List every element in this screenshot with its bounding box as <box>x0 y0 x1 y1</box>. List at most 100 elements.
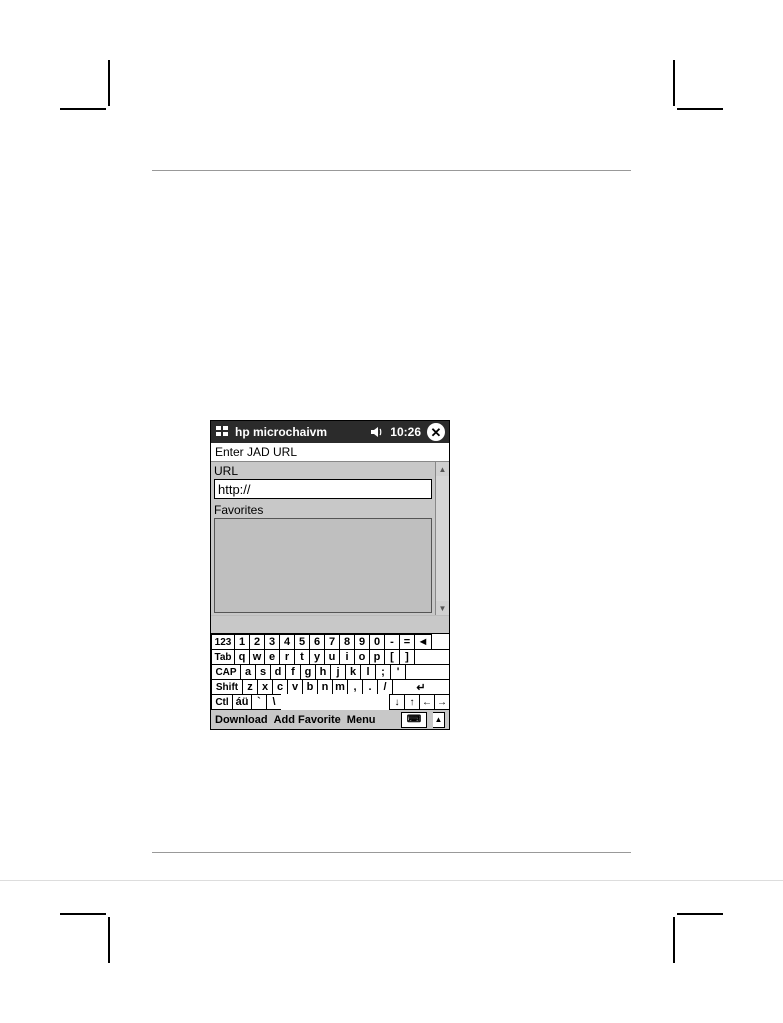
key-tab[interactable]: Tab <box>211 649 235 665</box>
key-minus[interactable]: - <box>384 634 400 650</box>
crop-mark <box>673 60 675 106</box>
key-6[interactable]: 6 <box>309 634 325 650</box>
clock: 10:26 <box>390 425 421 439</box>
key-z[interactable]: z <box>242 679 258 695</box>
key-n[interactable]: n <box>317 679 333 695</box>
screen-subtitle: Enter JAD URL <box>211 443 449 462</box>
download-button[interactable]: Download <box>215 714 268 726</box>
key-lbracket[interactable]: [ <box>384 649 400 665</box>
key-a[interactable]: a <box>240 664 256 680</box>
key-backspace[interactable]: ◄ <box>414 634 432 650</box>
key-4[interactable]: 4 <box>279 634 295 650</box>
crop-mark <box>60 108 106 110</box>
titlebar: hp microchaivm 10:26 ✕ <box>211 421 449 443</box>
page-rule <box>152 170 631 171</box>
key-left[interactable]: ← <box>419 694 435 710</box>
key-blank[interactable] <box>405 664 450 680</box>
bottom-toolbar: Download Add Favorite Menu ⌨ ▲ <box>211 709 449 729</box>
scroll-up-button[interactable]: ▲ <box>436 462 449 476</box>
key-d[interactable]: d <box>270 664 286 680</box>
key-o[interactable]: o <box>354 649 370 665</box>
key-caps[interactable]: CAP <box>211 664 241 680</box>
gap <box>211 615 449 633</box>
key-1[interactable]: 1 <box>234 634 250 650</box>
key-5[interactable]: 5 <box>294 634 310 650</box>
favorites-listbox[interactable] <box>214 518 432 613</box>
key-q[interactable]: q <box>234 649 250 665</box>
crop-mark <box>677 108 723 110</box>
key-right[interactable]: → <box>434 694 450 710</box>
key-accent[interactable]: áü <box>232 694 252 710</box>
url-label: URL <box>214 464 432 478</box>
key-up[interactable]: ↑ <box>404 694 420 710</box>
scroll-down-button[interactable]: ▼ <box>436 601 449 615</box>
key-2[interactable]: 2 <box>249 634 265 650</box>
key-u[interactable]: u <box>324 649 340 665</box>
key-equals[interactable]: = <box>399 634 415 650</box>
keyboard-row-4: Shift z x c v b n m , . / ↵ <box>211 679 449 694</box>
key-down[interactable]: ↓ <box>389 694 405 710</box>
speaker-icon[interactable] <box>370 425 384 439</box>
key-7[interactable]: 7 <box>324 634 340 650</box>
key-apostrophe[interactable]: ' <box>390 664 406 680</box>
key-0[interactable]: 0 <box>369 634 385 650</box>
key-p[interactable]: p <box>369 649 385 665</box>
key-3[interactable]: 3 <box>264 634 280 650</box>
key-ctl[interactable]: Ctl <box>211 694 233 710</box>
key-i[interactable]: i <box>339 649 355 665</box>
add-favorite-button[interactable]: Add Favorite <box>274 714 341 726</box>
key-9[interactable]: 9 <box>354 634 370 650</box>
scrollbar[interactable]: ▲ ▼ <box>435 462 449 615</box>
key-c[interactable]: c <box>272 679 288 695</box>
key-blank[interactable] <box>414 649 450 665</box>
key-comma[interactable]: , <box>347 679 363 695</box>
key-w[interactable]: w <box>249 649 265 665</box>
close-button[interactable]: ✕ <box>427 423 445 441</box>
crop-mark <box>677 913 723 915</box>
keyboard-row-3: CAP a s d f g h j k l ; ' <box>211 664 449 679</box>
key-m[interactable]: m <box>332 679 348 695</box>
key-slash[interactable]: / <box>377 679 393 695</box>
keyboard-row-1: 123 1 2 3 4 5 6 7 8 9 0 - = ◄ <box>211 634 449 649</box>
keyboard-row-5: Ctl áü ` \ ↓ ↑ ← → <box>211 694 449 709</box>
url-input[interactable] <box>214 479 432 499</box>
key-semicolon[interactable]: ; <box>375 664 391 680</box>
key-backslash[interactable]: \ <box>266 694 282 710</box>
menu-button[interactable]: Menu <box>347 714 376 726</box>
key-v[interactable]: v <box>287 679 303 695</box>
key-g[interactable]: g <box>300 664 316 680</box>
key-y[interactable]: y <box>309 649 325 665</box>
key-enter[interactable]: ↵ <box>392 679 450 695</box>
hairline <box>0 880 783 881</box>
favorites-label: Favorites <box>214 503 432 517</box>
key-123[interactable]: 123 <box>211 634 235 650</box>
crop-mark <box>108 917 110 963</box>
key-s[interactable]: s <box>255 664 271 680</box>
key-x[interactable]: x <box>257 679 273 695</box>
key-h[interactable]: h <box>315 664 331 680</box>
key-8[interactable]: 8 <box>339 634 355 650</box>
key-j[interactable]: j <box>330 664 346 680</box>
keyboard-menu-chevron-icon[interactable]: ▲ <box>433 712 445 728</box>
key-f[interactable]: f <box>285 664 301 680</box>
app-title: hp microchaivm <box>235 425 366 439</box>
key-period[interactable]: . <box>362 679 378 695</box>
content-area: URL Favorites ▲ ▼ <box>211 462 449 615</box>
key-b[interactable]: b <box>302 679 318 695</box>
keyboard-toggle-icon[interactable]: ⌨ <box>401 712 427 728</box>
key-e[interactable]: e <box>264 649 280 665</box>
crop-mark <box>108 60 110 106</box>
key-shift[interactable]: Shift <box>211 679 243 695</box>
keyboard-row-2: Tab q w e r t y u i o p [ ] <box>211 649 449 664</box>
soft-keyboard: 123 1 2 3 4 5 6 7 8 9 0 - = ◄ Tab q w e … <box>211 633 449 709</box>
key-t[interactable]: t <box>294 649 310 665</box>
key-rbracket[interactable]: ] <box>399 649 415 665</box>
key-r[interactable]: r <box>279 649 295 665</box>
key-k[interactable]: k <box>345 664 361 680</box>
key-l[interactable]: l <box>360 664 376 680</box>
windows-flag-icon[interactable] <box>215 424 231 440</box>
crop-mark <box>60 913 106 915</box>
key-backtick[interactable]: ` <box>251 694 267 710</box>
crop-mark <box>673 917 675 963</box>
key-space[interactable] <box>281 694 389 710</box>
